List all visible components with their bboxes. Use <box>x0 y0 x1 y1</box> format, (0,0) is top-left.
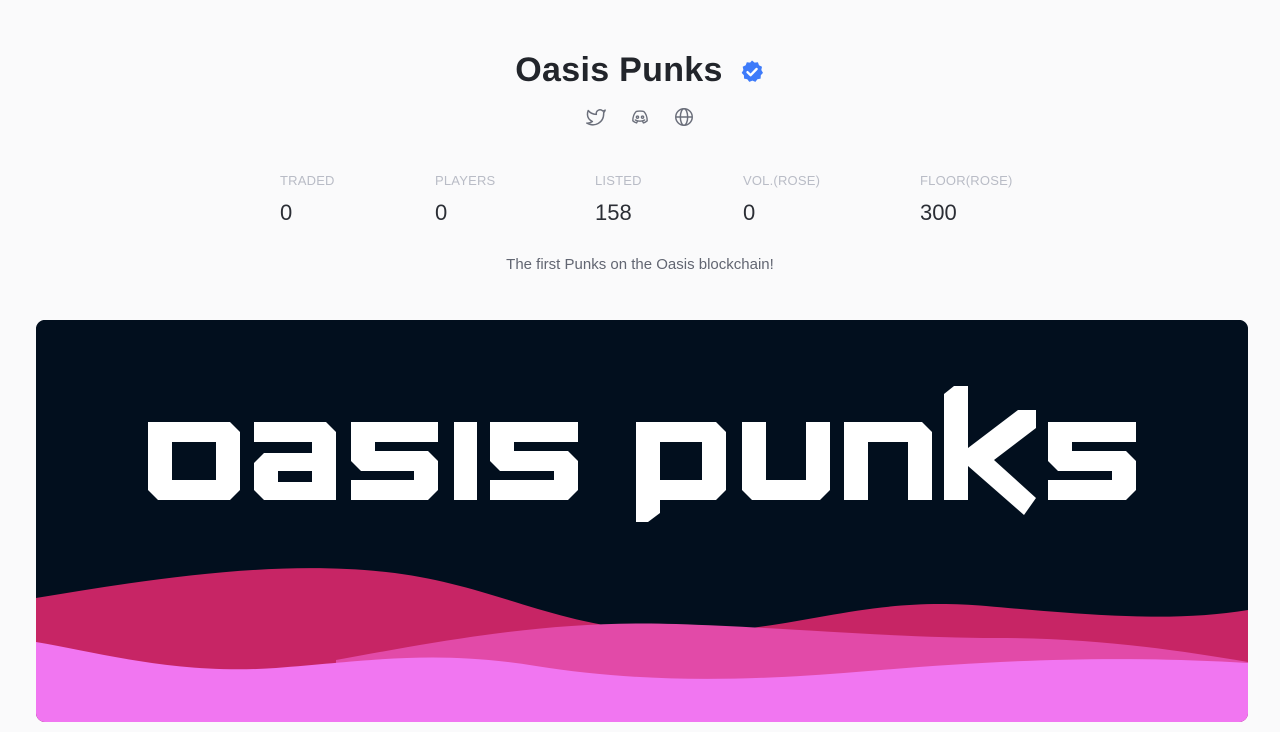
stat-label: VOL.(ROSE) <box>743 173 821 188</box>
stat-value: 300 <box>920 200 957 225</box>
stat-listed: LISTED 158 <box>595 172 642 228</box>
social-links <box>0 106 1280 128</box>
stat-label: FLOOR(ROSE) <box>920 173 1013 188</box>
verified-badge-icon <box>739 59 765 85</box>
stat-value: 0 <box>280 200 293 225</box>
stat-label: LISTED <box>595 173 642 188</box>
stat-players: PLAYERS 0 <box>435 172 495 228</box>
stat-value: 0 <box>435 200 448 225</box>
stat-volume: VOL.(ROSE) 0 <box>743 172 820 228</box>
collection-title: Oasis Punks <box>515 51 723 89</box>
stat-floor: FLOOR(ROSE) 300 <box>920 172 1012 228</box>
collection-description: The first Punks on the Oasis blockchain! <box>506 256 774 273</box>
collection-banner <box>36 320 1248 722</box>
collection-header: Oasis Punks <box>0 48 1280 92</box>
globe-icon[interactable] <box>673 106 695 128</box>
stat-traded: TRADED 0 <box>280 172 335 228</box>
stat-label: TRADED <box>280 173 335 188</box>
discord-icon[interactable] <box>629 106 651 128</box>
stat-label: PLAYERS <box>435 173 496 188</box>
collection-stats: TRADED 0 PLAYERS 0 LISTED 158 VOL.(ROSE)… <box>0 172 1280 232</box>
twitter-icon[interactable] <box>585 106 607 128</box>
stat-value: 0 <box>743 200 756 225</box>
stat-value: 158 <box>595 200 632 225</box>
